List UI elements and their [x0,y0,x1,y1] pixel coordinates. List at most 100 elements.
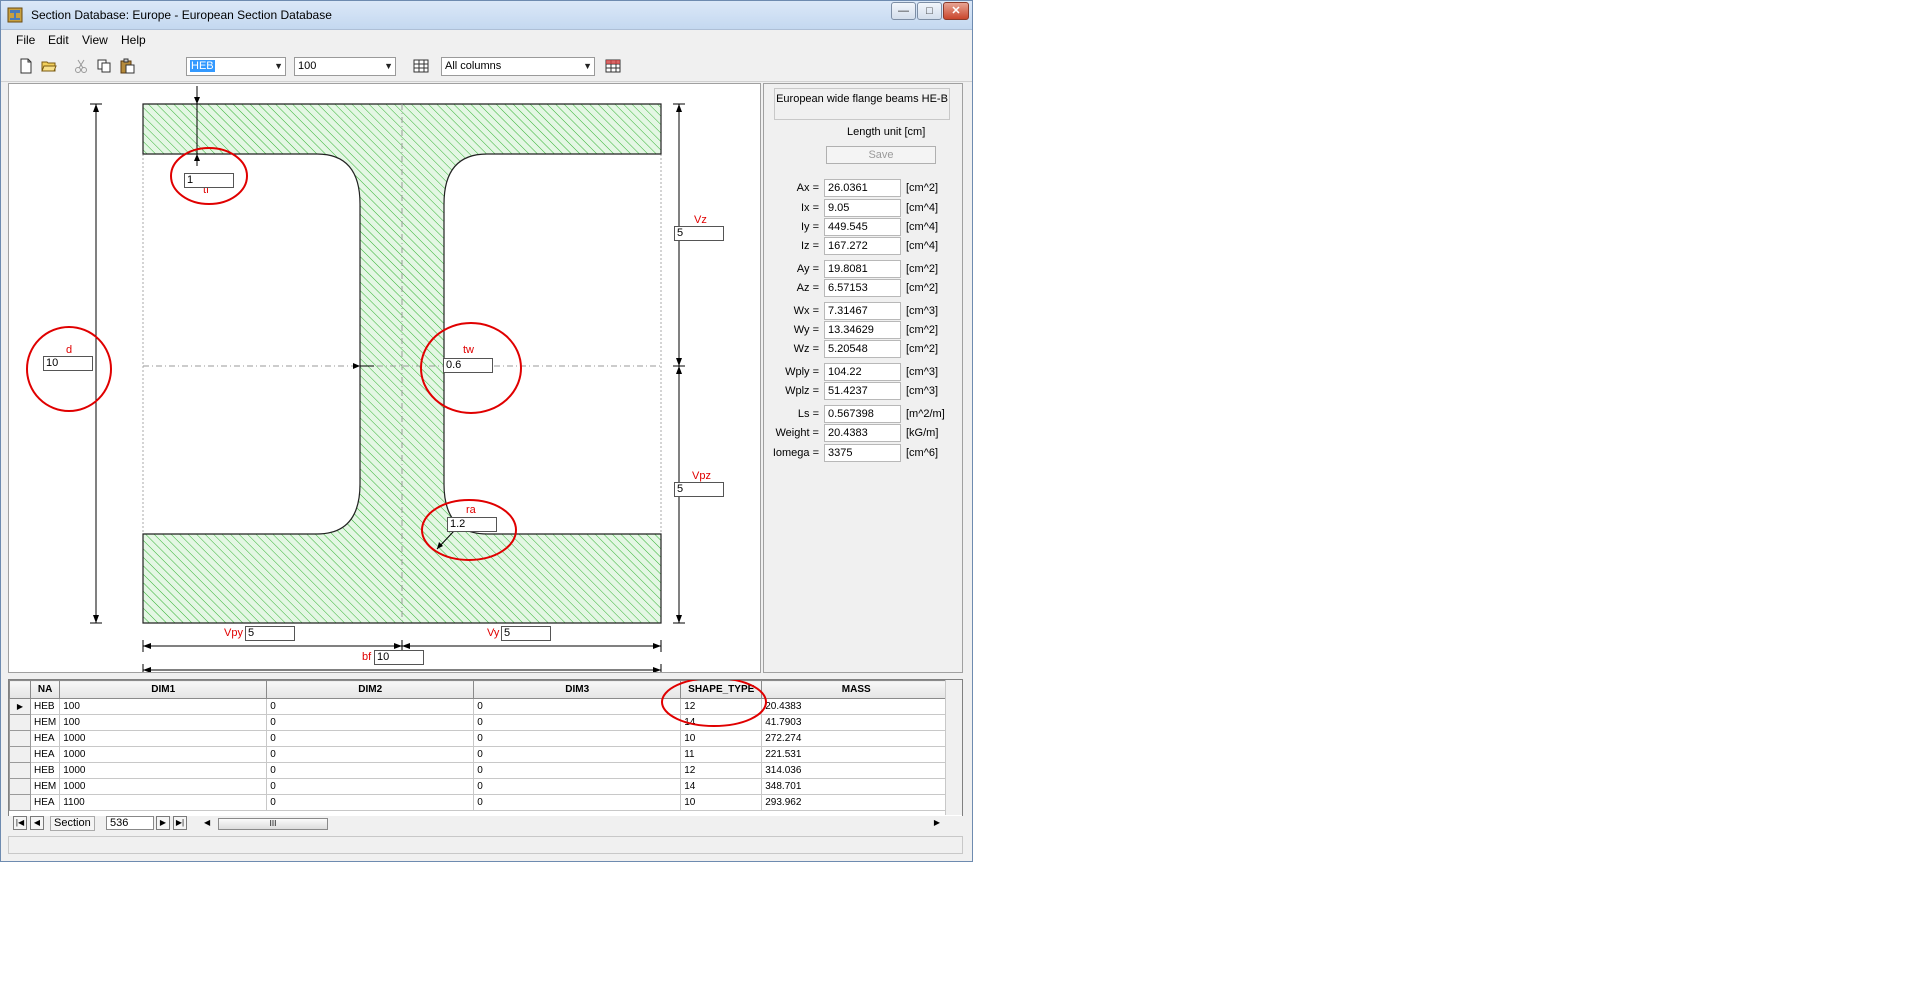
property-value-field[interactable]: 0.567398 [824,405,901,423]
property-value-field[interactable]: 9.05 [824,199,901,217]
table-cell[interactable]: 0 [473,778,682,795]
table-settings-icon[interactable] [605,58,621,74]
save-button[interactable]: Save [826,146,936,164]
first-record-button[interactable]: |◀ [13,816,27,830]
menu-view[interactable]: View [82,33,108,47]
property-value-field[interactable]: 13.34629 [824,321,901,339]
bf-input[interactable]: 10 [374,650,424,665]
menu-help[interactable]: Help [121,33,146,47]
column-header-dim1[interactable]: DIM1 [59,680,268,699]
property-value-field[interactable]: 19.8081 [824,260,901,278]
table-cell[interactable]: 0 [266,794,475,811]
property-value-field[interactable]: 167.272 [824,237,901,255]
paste-icon[interactable] [119,58,135,74]
table-row[interactable]: ▶ HEB 100 0 0 12 20.4383 [9,698,952,715]
tw-input[interactable]: 0.6 [443,358,493,373]
column-header-dim3[interactable]: DIM3 [473,680,682,699]
table-cell[interactable]: 0 [473,730,682,747]
table-cell[interactable]: 0 [473,794,682,811]
table-cell[interactable]: HEA [29,794,61,811]
close-button[interactable]: ✕ [943,2,969,20]
table-cell[interactable]: 0 [473,762,682,779]
table-cell[interactable]: 1100 [59,794,268,811]
column-header-dim2[interactable]: DIM2 [266,680,475,699]
title-bar[interactable]: Section Database: Europe - European Sect… [1,1,972,30]
property-value-field[interactable]: 26.0361 [824,179,901,197]
table-cell[interactable]: 41.7903 [761,714,952,731]
vy-input[interactable]: 5 [501,626,551,641]
vz-input[interactable]: 5 [674,226,724,241]
table-cell[interactable]: 0 [473,746,682,763]
table-cell[interactable]: 0 [473,714,682,731]
table-cell[interactable]: 1000 [59,762,268,779]
table-cell[interactable]: 0 [266,714,475,731]
table-row[interactable]: HEM 100 0 0 14 41.7903 [9,714,952,731]
table-cell[interactable]: 10 [680,794,763,811]
size-combo[interactable]: 100 ▼ [294,57,396,76]
d-input[interactable]: 10 [43,356,93,371]
table-row[interactable]: HEA 1100 0 0 10 293.962 [9,794,952,811]
property-value-field[interactable]: 5.20548 [824,340,901,358]
row-selector[interactable] [9,762,31,779]
property-value-field[interactable]: 7.31467 [824,302,901,320]
minimize-button[interactable]: — [891,2,916,20]
table-cell[interactable]: 314.036 [761,762,952,779]
row-selector[interactable] [9,778,31,795]
new-document-icon[interactable] [18,58,34,74]
table-row[interactable]: HEA 1000 0 0 10 272.274 [9,730,952,747]
maximize-button[interactable]: □ [917,2,942,20]
table-row[interactable]: HEB 1000 0 0 12 314.036 [9,762,952,779]
table-cell[interactable]: HEM [29,714,61,731]
row-selector[interactable] [9,714,31,731]
scroll-right-arrow-icon[interactable]: ▶ [934,818,940,827]
columns-combo[interactable]: All columns ▼ [441,57,595,76]
table-cell[interactable]: 1000 [59,730,268,747]
menu-file[interactable]: File [16,33,35,47]
table-row[interactable]: HEA 1000 0 0 11 221.531 [9,746,952,763]
property-value-field[interactable]: 20.4383 [824,424,901,442]
row-selector[interactable] [9,746,31,763]
table-cell[interactable]: HEA [29,746,61,763]
property-value-field[interactable]: 3375 [824,444,901,462]
table-cell[interactable]: 100 [59,714,268,731]
table-cell[interactable]: HEM [29,778,61,795]
table-grid-icon[interactable] [413,58,429,74]
table-cell[interactable]: 12 [680,762,763,779]
cut-icon[interactable] [73,58,89,74]
row-selector[interactable]: ▶ [9,698,31,715]
table-cell[interactable]: 221.531 [761,746,952,763]
family-combo[interactable]: HEB ▼ [186,57,286,76]
scroll-left-arrow-icon[interactable]: ◀ [204,818,210,827]
vertical-scrollbar[interactable] [945,680,962,815]
property-value-field[interactable]: 6.57153 [824,279,901,297]
table-cell[interactable]: 1000 [59,778,268,795]
next-record-button[interactable]: ▶ [156,816,170,830]
property-value-field[interactable]: 104.22 [824,363,901,381]
table-cell[interactable]: 293.962 [761,794,952,811]
sections-table[interactable]: NA DIM1 DIM2 DIM3 SHAPE_TYPE MASS ▶ HEB 10… [8,679,963,831]
tf-input[interactable]: 1 [184,173,234,188]
row-selector[interactable] [9,730,31,747]
table-cell[interactable]: 0 [266,746,475,763]
column-header-mass[interactable]: MASS [761,680,952,699]
property-value-field[interactable]: 51.4237 [824,382,901,400]
table-cell[interactable]: 100 [59,698,268,715]
table-cell[interactable]: 14 [680,778,763,795]
row-selector[interactable] [9,794,31,811]
vpy-input[interactable]: 5 [245,626,295,641]
menu-edit[interactable]: Edit [48,33,69,47]
table-cell[interactable]: HEA [29,730,61,747]
table-cell[interactable]: HEB [29,698,61,715]
table-cell[interactable]: 348.701 [761,778,952,795]
open-folder-icon[interactable] [41,58,57,74]
vpz-input[interactable]: 5 [674,482,724,497]
table-cell[interactable]: 272.274 [761,730,952,747]
table-cell[interactable]: 11 [680,746,763,763]
column-header-na[interactable]: NA [29,680,61,699]
table-cell[interactable]: 0 [266,698,475,715]
table-cell[interactable]: HEB [29,762,61,779]
table-cell[interactable]: 0 [266,730,475,747]
record-number-input[interactable]: 536 [106,816,154,830]
copy-icon[interactable] [96,58,112,74]
property-value-field[interactable]: 449.545 [824,218,901,236]
